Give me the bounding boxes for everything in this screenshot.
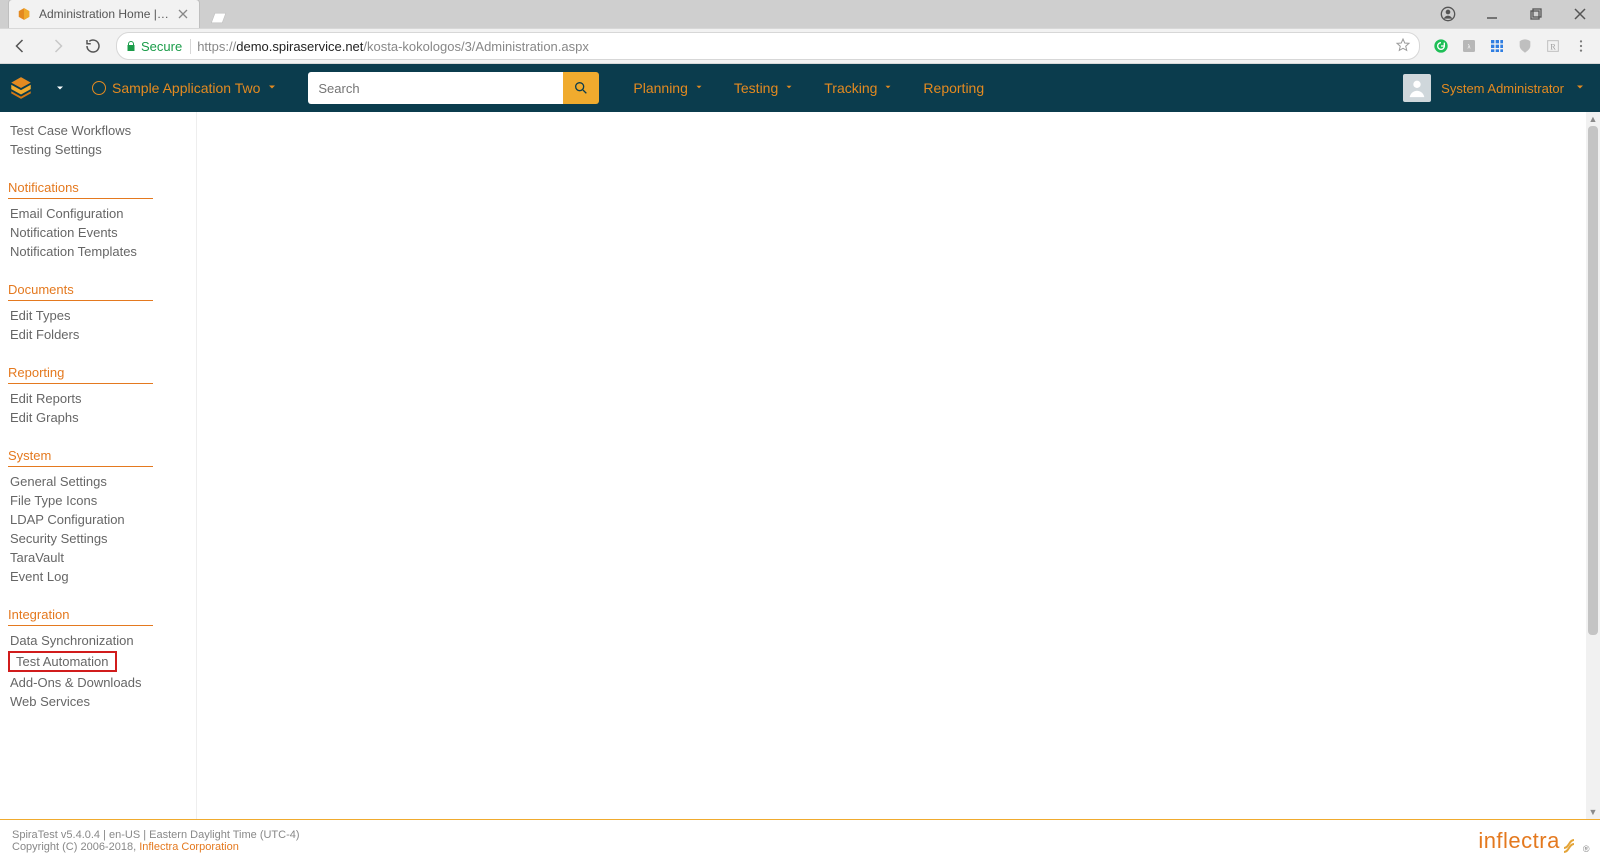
chevron-down-icon — [784, 82, 794, 95]
chevron-down-icon — [883, 82, 893, 95]
sidebar-section-heading: System — [8, 446, 153, 467]
sidebar-item[interactable]: LDAP Configuration — [8, 511, 127, 528]
secure-indicator: Secure — [125, 39, 191, 54]
sidebar-item[interactable]: Web Services — [8, 693, 92, 710]
menu-label: Planning — [633, 80, 688, 96]
footer-logo: inflectra ® — [1478, 828, 1590, 854]
scroll-down-button[interactable]: ▼ — [1586, 805, 1600, 819]
menu-reporting[interactable]: Reporting — [909, 64, 998, 112]
minimize-button[interactable] — [1472, 0, 1512, 28]
bookmark-star-icon[interactable] — [1395, 37, 1411, 56]
search-button[interactable] — [563, 72, 599, 104]
account-icon[interactable] — [1428, 0, 1468, 28]
browser-tabbar: Administration Home | Sp — [0, 0, 1600, 28]
sidebar-section-heading: Notifications — [8, 178, 153, 199]
avatar — [1403, 74, 1431, 102]
footer-version: SpiraTest v5.4.0.4 | en-US | Eastern Day… — [12, 829, 1478, 841]
sidebar-item[interactable]: Edit Types — [8, 307, 72, 324]
sidebar-item[interactable]: Security Settings — [8, 530, 110, 547]
main-panel — [197, 112, 1600, 819]
footer-company-link[interactable]: Inflectra Corporation — [139, 841, 239, 853]
app-content: Test Case Workflows Testing Settings Notif… — [0, 112, 1600, 819]
sidebar-item[interactable]: General Settings — [8, 473, 109, 490]
menu-label: Testing — [734, 80, 778, 96]
svg-text:λ: λ — [1468, 45, 1471, 51]
app-topnav: Sample Application Two Planning Testing — [0, 64, 1600, 112]
sidebar-item[interactable]: Data Synchronization — [8, 632, 136, 649]
tab-close-icon[interactable] — [177, 8, 189, 20]
project-ring-icon — [92, 81, 106, 95]
forward-button[interactable] — [44, 33, 70, 59]
app-root: Sample Application Two Planning Testing — [0, 64, 1600, 860]
url-text: https://demo.spiraservice.net/kosta-koko… — [197, 39, 1389, 54]
chevron-down-icon — [266, 80, 278, 96]
window-controls — [1428, 0, 1600, 28]
sidebar-section-heading: Reporting — [8, 363, 153, 384]
menu-label: Tracking — [824, 80, 877, 96]
sidebar-item[interactable]: Edit Folders — [8, 326, 81, 343]
sidebar-item[interactable]: TaraVault — [8, 549, 66, 566]
sidebar-item[interactable]: Notification Events — [8, 224, 120, 241]
new-tab-button[interactable] — [206, 8, 230, 28]
close-window-button[interactable] — [1560, 0, 1600, 28]
extension-r-icon[interactable]: R — [1542, 35, 1564, 57]
sidebar-item[interactable]: Event Log — [8, 568, 71, 585]
favicon-icon — [17, 7, 31, 21]
browser-tab[interactable]: Administration Home | Sp — [8, 0, 200, 28]
brand-logo-icon[interactable] — [0, 64, 42, 112]
extension-grid-icon[interactable] — [1486, 35, 1508, 57]
sidebar-item[interactable]: Notification Templates — [8, 243, 139, 260]
sidebar-item-highlighted[interactable]: Test Automation — [8, 651, 117, 672]
extension-icons: λ R — [1430, 35, 1592, 57]
secure-label: Secure — [141, 39, 182, 54]
user-label: System Administrator — [1441, 81, 1564, 96]
search-wrap — [308, 72, 599, 104]
svg-text:R: R — [1550, 42, 1556, 51]
sidebar-section-heading: Integration — [8, 605, 153, 626]
footer-logo-mark-icon — [1562, 834, 1578, 854]
extension-grammarly-icon[interactable] — [1430, 35, 1452, 57]
maximize-button[interactable] — [1516, 0, 1556, 28]
main-menu: Planning Testing Tracking Reporting — [619, 64, 998, 112]
search-icon — [573, 80, 589, 96]
tab-title: Administration Home | Sp — [39, 7, 169, 21]
lock-icon — [125, 40, 137, 52]
project-name: Sample Application Two — [112, 80, 260, 96]
extension-d-icon[interactable] — [1514, 35, 1536, 57]
menu-label: Reporting — [923, 80, 984, 96]
menu-testing[interactable]: Testing — [720, 64, 808, 112]
address-bar[interactable]: Secure https://demo.spiraservice.net/kos… — [116, 32, 1420, 60]
sidebar-item[interactable]: Email Configuration — [8, 205, 125, 222]
footer-copyright: Copyright (C) 2006-2018, Inflectra Corpo… — [12, 841, 1478, 853]
project-selector[interactable]: Sample Application Two — [78, 80, 292, 96]
scroll-up-button[interactable]: ▲ — [1586, 112, 1600, 126]
back-button[interactable] — [8, 33, 34, 59]
chevron-down-icon — [694, 82, 704, 95]
sidebar-item[interactable]: Edit Graphs — [8, 409, 81, 426]
scroll-track[interactable] — [1586, 126, 1600, 805]
sidebar-item[interactable]: File Type Icons — [8, 492, 99, 509]
sidebar-item[interactable]: Edit Reports — [8, 390, 84, 407]
page-scrollbar[interactable]: ▲ ▼ — [1586, 112, 1600, 819]
reload-button[interactable] — [80, 33, 106, 59]
sidebar-item[interactable]: Testing Settings — [8, 141, 104, 158]
chevron-down-icon — [1574, 81, 1586, 96]
brand-caret-icon[interactable] — [42, 64, 78, 112]
search-input[interactable] — [308, 72, 563, 104]
app-footer: SpiraTest v5.4.0.4 | en-US | Eastern Day… — [0, 820, 1600, 860]
sidebar-section-heading: Documents — [8, 280, 153, 301]
sidebar-item[interactable]: Add-Ons & Downloads — [8, 674, 144, 691]
sidebar-item[interactable]: Test Case Workflows — [8, 122, 133, 139]
user-menu[interactable]: System Administrator — [1389, 74, 1600, 102]
browser-window: Administration Home | Sp — [0, 0, 1600, 860]
extension-pdf-icon[interactable]: λ — [1458, 35, 1480, 57]
scroll-thumb[interactable] — [1588, 126, 1598, 635]
menu-planning[interactable]: Planning — [619, 64, 718, 112]
menu-tracking[interactable]: Tracking — [810, 64, 907, 112]
chrome-menu-icon[interactable] — [1570, 35, 1592, 57]
browser-toolbar: Secure https://demo.spiraservice.net/kos… — [0, 28, 1600, 64]
admin-sidebar: Test Case Workflows Testing Settings Notif… — [0, 112, 197, 819]
